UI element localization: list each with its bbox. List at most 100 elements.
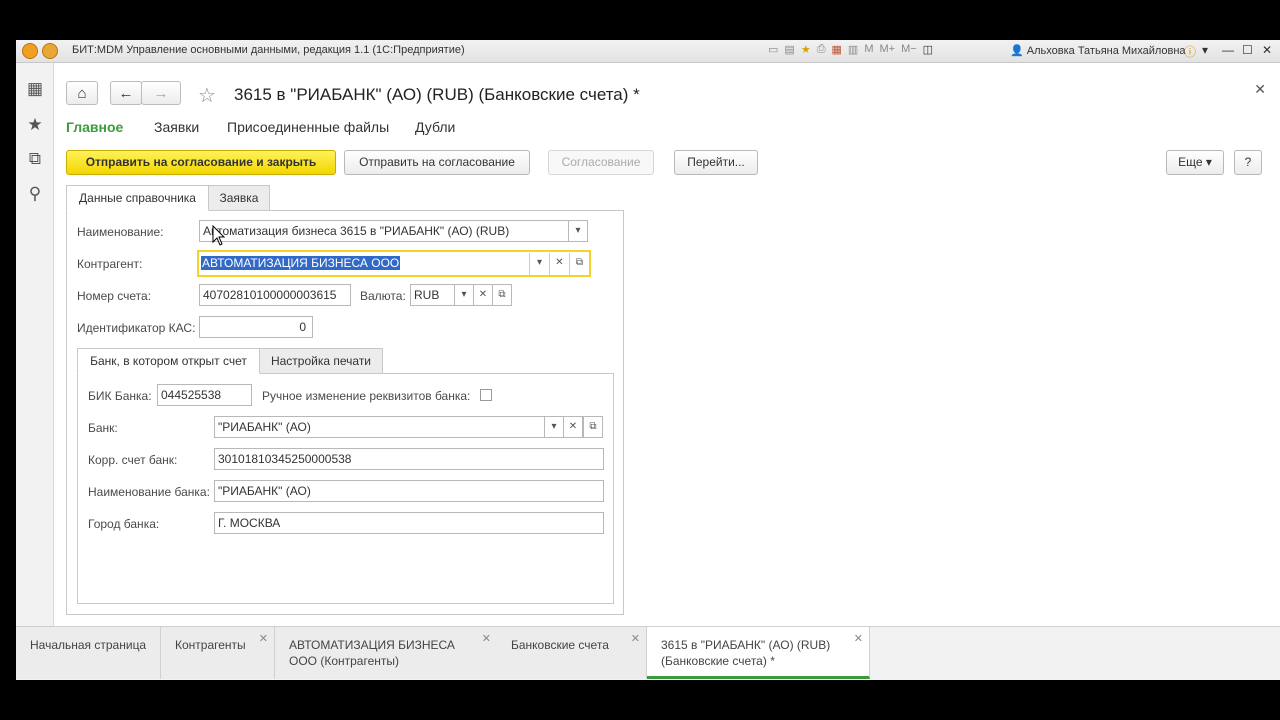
directory-data-panel: Наименование: Автоматизация бизнеса 3615… <box>66 210 624 615</box>
window-title: БИТ:MDM Управление основными данными, ре… <box>72 44 465 56</box>
send-and-close-button[interactable]: Отправить на согласование и закрыть <box>66 150 336 175</box>
bank-clear-icon[interactable]: ✕ <box>563 416 583 438</box>
window-tab-contractor-card[interactable]: АВТОМАТИЗАЦИЯ БИЗНЕСА ООО (Контрагенты) … <box>275 627 498 679</box>
send-for-approval-button[interactable]: Отправить на согласование <box>344 150 530 175</box>
currency-clear-icon[interactable]: ✕ <box>473 284 493 306</box>
mouse-cursor-icon <box>212 225 226 246</box>
close-tab-icon[interactable]: ✕ <box>854 631 863 647</box>
close-window-icon[interactable]: ✕ <box>1262 43 1272 57</box>
window-tab-home[interactable]: Начальная страница <box>16 627 161 679</box>
manual-change-checkbox[interactable] <box>480 389 492 401</box>
window-tab-label: АВТОМАТИЗАЦИЯ БИЗНЕСА ООО (Контрагенты) <box>289 638 455 668</box>
titlebar-tools: ▭ ▤ ★ ⎙ ▦ ▥ M M+ M− ◫ <box>768 43 933 59</box>
close-tab-icon[interactable]: ✕ <box>259 631 268 647</box>
favorites-star-icon[interactable]: ★ <box>25 115 45 135</box>
m-plus-icon[interactable]: M+ <box>879 43 895 59</box>
approval-button[interactable]: Согласование <box>548 150 654 175</box>
bank-field[interactable]: "РИАБАНК" (АО) <box>214 416 554 438</box>
m-icon[interactable]: M <box>864 43 873 59</box>
corr-account-label: Корр. счет банк: <box>88 453 178 467</box>
more-button[interactable]: Еще ▾ <box>1166 150 1224 175</box>
bank-city-field[interactable]: Г. МОСКВА <box>214 512 604 534</box>
bank-panel: БИК Банка: 044525538 Ручное изменение ре… <box>77 373 614 604</box>
window-tab-label: Начальная страница <box>30 638 147 652</box>
user-name: Альховка Татьяна Михайловна <box>1026 45 1186 57</box>
window-tab-label: Контрагенты <box>175 638 246 652</box>
currency-label: Валюта: <box>360 289 406 303</box>
close-form-icon[interactable]: ✕ <box>1254 81 1266 98</box>
tab-request[interactable]: Заявка <box>208 185 270 211</box>
copy-icon[interactable]: ▭ <box>768 43 778 59</box>
window-tab-bank-accounts[interactable]: Банковские счета ✕ <box>497 627 647 679</box>
more-label: Еще <box>1178 155 1203 169</box>
open-windows-bar: Начальная страница Контрагенты ✕ АВТОМАТ… <box>16 626 1280 680</box>
forward-button[interactable]: → <box>141 81 181 105</box>
current-user[interactable]: 👤 Альховка Татьяна Михайловна <box>1010 44 1186 57</box>
sections-sidebar: ▦ ★ ⧉ ⚲ <box>16 63 54 626</box>
name-field[interactable]: Автоматизация бизнеса 3615 в "РИАБАНК" (… <box>199 220 569 242</box>
account-field[interactable]: 40702810100000003615 <box>199 284 351 306</box>
m-minus-icon[interactable]: M− <box>901 43 917 59</box>
info-icon[interactable]: ⓘ <box>1184 43 1196 60</box>
help-button[interactable]: ? <box>1234 150 1262 175</box>
currency-dropdown-icon[interactable]: ▾ <box>454 284 474 306</box>
window-tab-contractors[interactable]: Контрагенты ✕ <box>161 627 275 679</box>
contractor-clear-icon[interactable]: ✕ <box>549 253 569 275</box>
tab-print-settings[interactable]: Настройка печати <box>259 348 383 374</box>
close-tab-icon[interactable]: ✕ <box>631 631 640 647</box>
contractor-label: Контрагент: <box>77 257 143 271</box>
calc-icon[interactable]: ▥ <box>848 43 858 59</box>
name-dropdown-icon[interactable]: ▾ <box>568 220 588 242</box>
bik-label: БИК Банка: <box>88 389 152 403</box>
bank-label: Банк: <box>88 421 118 435</box>
app-menu-icon[interactable] <box>42 43 58 59</box>
home-button[interactable]: ⌂ <box>66 81 98 105</box>
menu-duplicates[interactable]: Дубли <box>415 119 455 135</box>
manual-change-label: Ручное изменение реквизитов банка: <box>262 389 471 403</box>
contractor-open-icon[interactable]: ⧉ <box>569 253 589 275</box>
search-icon[interactable]: ⚲ <box>25 184 45 204</box>
print-icon[interactable]: ⎙ <box>817 43 826 59</box>
app-logo-icon[interactable] <box>22 43 38 59</box>
bank-name-field[interactable]: "РИАБАНК" (АО) <box>214 480 604 502</box>
bank-open-icon[interactable]: ⧉ <box>583 416 603 438</box>
menu-attached-files[interactable]: Присоединенные файлы <box>227 119 389 135</box>
bank-dropdown-icon[interactable]: ▾ <box>544 416 564 438</box>
tab-bank-account[interactable]: Банк, в котором открыт счет <box>77 348 260 374</box>
title-bar: БИТ:MDM Управление основными данными, ре… <box>16 40 1280 63</box>
menu-requests[interactable]: Заявки <box>154 119 199 135</box>
minimize-icon[interactable]: — <box>1222 43 1234 57</box>
name-label: Наименование: <box>77 225 164 239</box>
window-tab-current-account[interactable]: 3615 в "РИАБАНК" (АО) (RUB) (Банковские … <box>647 627 870 679</box>
form-area: ⌂ ← → ☆ 3615 в "РИАБАНК" (АО) (RUB) (Бан… <box>54 63 1280 626</box>
apps-grid-icon[interactable]: ▦ <box>25 79 45 99</box>
form-title: 3615 в "РИАБАНК" (АО) (RUB) (Банковские … <box>234 85 640 104</box>
back-button[interactable]: ← <box>110 81 142 105</box>
dropdown-icon[interactable]: ▾ <box>1202 43 1208 57</box>
bank-name-label: Наименование банка: <box>88 485 210 499</box>
calendar-icon[interactable]: ▦ <box>832 43 842 59</box>
history-icon[interactable]: ⧉ <box>25 149 45 169</box>
menu-main[interactable]: Главное <box>66 119 123 135</box>
account-label: Номер счета: <box>77 289 152 303</box>
kas-field[interactable]: 0 <box>199 316 313 338</box>
tab-directory-data[interactable]: Данные справочника <box>66 185 209 211</box>
corr-account-field[interactable]: 30101810345250000538 <box>214 448 604 470</box>
application-window: БИТ:MDM Управление основными данными, ре… <box>16 40 1280 680</box>
window-tab-label: Банковские счета <box>511 638 609 652</box>
maximize-icon[interactable]: ☐ <box>1242 43 1253 57</box>
bik-field[interactable]: 044525538 <box>157 384 252 406</box>
add-favorite-star-icon[interactable]: ☆ <box>198 83 216 108</box>
goto-button[interactable]: Перейти... <box>674 150 758 175</box>
close-tab-icon[interactable]: ✕ <box>482 631 491 647</box>
favorite-icon[interactable]: ★ <box>801 43 811 59</box>
contractor-value: АВТОМАТИЗАЦИЯ БИЗНЕСА ООО <box>201 256 401 270</box>
window-tab-label: 3615 в "РИАБАНК" (АО) (RUB) (Банковские … <box>661 638 831 668</box>
currency-field[interactable]: RUB <box>410 284 455 306</box>
panel-icon[interactable]: ◫ <box>923 43 933 59</box>
bank-city-label: Город банка: <box>88 517 160 531</box>
currency-open-icon[interactable]: ⧉ <box>492 284 512 306</box>
kas-label: Идентификатор КАС: <box>77 321 196 335</box>
contractor-dropdown-icon[interactable]: ▾ <box>529 253 549 275</box>
paste-icon[interactable]: ▤ <box>784 43 794 59</box>
